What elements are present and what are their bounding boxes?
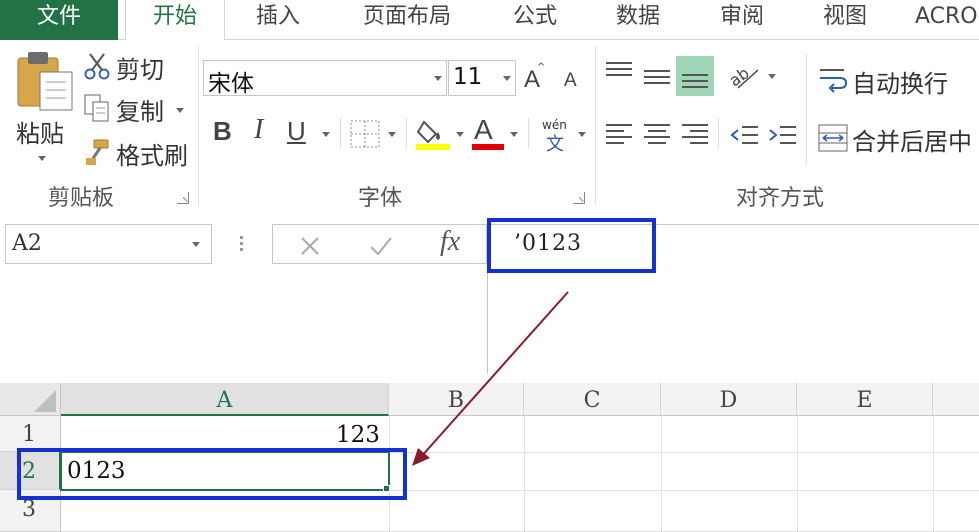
annotation-arrow bbox=[412, 291, 569, 466]
excel-window: 文件 开始 插入 页面布局 公式 数据 审阅 视图 ACRO 粘贴 剪切 复制 … bbox=[0, 0, 979, 532]
